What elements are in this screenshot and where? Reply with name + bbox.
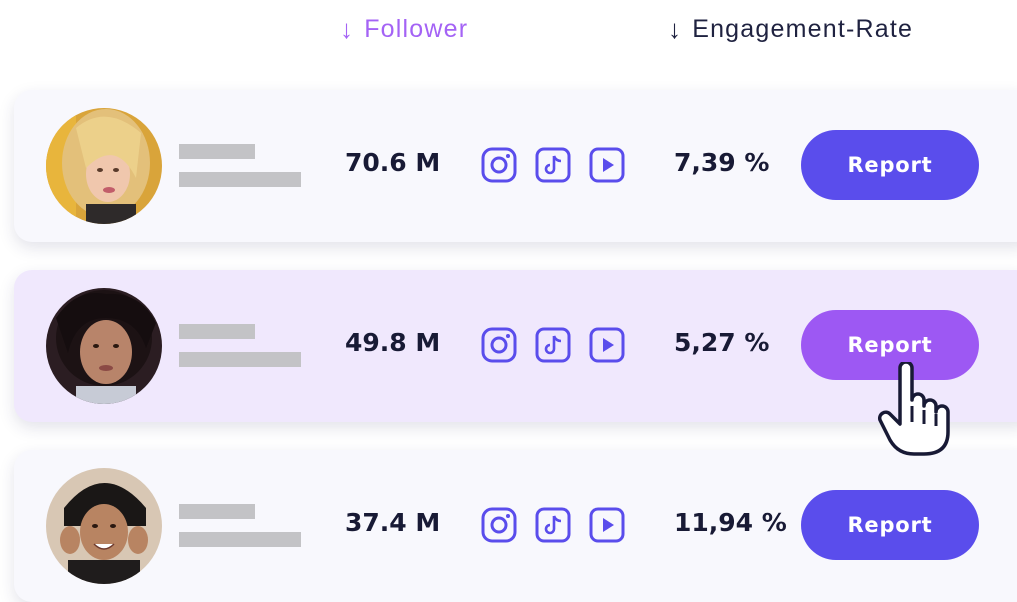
follower-count: 70.6 M bbox=[345, 148, 441, 177]
influencer-row: 49.8 M 5,27 % Report bbox=[14, 270, 1017, 422]
report-button[interactable]: Report bbox=[801, 130, 979, 200]
report-button[interactable]: Report bbox=[801, 310, 979, 380]
tiktok-icon[interactable] bbox=[535, 327, 571, 363]
name-placeholder bbox=[179, 324, 255, 339]
instagram-icon[interactable] bbox=[481, 147, 517, 183]
instagram-icon[interactable] bbox=[481, 507, 517, 543]
sort-down-arrow-icon: ↓ bbox=[340, 14, 355, 44]
avatar bbox=[46, 468, 162, 584]
engagement-rate: 11,94 % bbox=[674, 508, 787, 537]
follower-column-header[interactable]: ↓ Follower bbox=[340, 14, 468, 45]
follower-count: 37.4 M bbox=[345, 508, 441, 537]
name-placeholder bbox=[179, 504, 255, 519]
name-placeholder bbox=[179, 144, 255, 159]
handle-placeholder bbox=[179, 532, 301, 547]
engagement-rate: 7,39 % bbox=[674, 148, 770, 177]
handle-placeholder bbox=[179, 172, 301, 187]
engagement-column-header[interactable]: ↓ Engagement-Rate bbox=[668, 14, 913, 45]
tiktok-icon[interactable] bbox=[535, 507, 571, 543]
youtube-icon[interactable] bbox=[589, 147, 625, 183]
engagement-header-label: Engagement-Rate bbox=[692, 15, 914, 43]
follower-count: 49.8 M bbox=[345, 328, 441, 357]
youtube-icon[interactable] bbox=[589, 327, 625, 363]
table-header: ↓ Follower ↓ Engagement-Rate bbox=[0, 0, 1017, 70]
engagement-rate: 5,27 % bbox=[674, 328, 770, 357]
avatar bbox=[46, 108, 162, 224]
influencer-row: 37.4 M 11,94 % Report bbox=[14, 450, 1017, 602]
avatar bbox=[46, 288, 162, 404]
tiktok-icon[interactable] bbox=[535, 147, 571, 183]
follower-header-label: Follower bbox=[364, 15, 469, 43]
sort-down-arrow-icon: ↓ bbox=[668, 14, 683, 44]
handle-placeholder bbox=[179, 352, 301, 367]
influencer-row: 70.6 M 7,39 % Report bbox=[14, 90, 1017, 242]
report-button[interactable]: Report bbox=[801, 490, 979, 560]
instagram-icon[interactable] bbox=[481, 327, 517, 363]
youtube-icon[interactable] bbox=[589, 507, 625, 543]
